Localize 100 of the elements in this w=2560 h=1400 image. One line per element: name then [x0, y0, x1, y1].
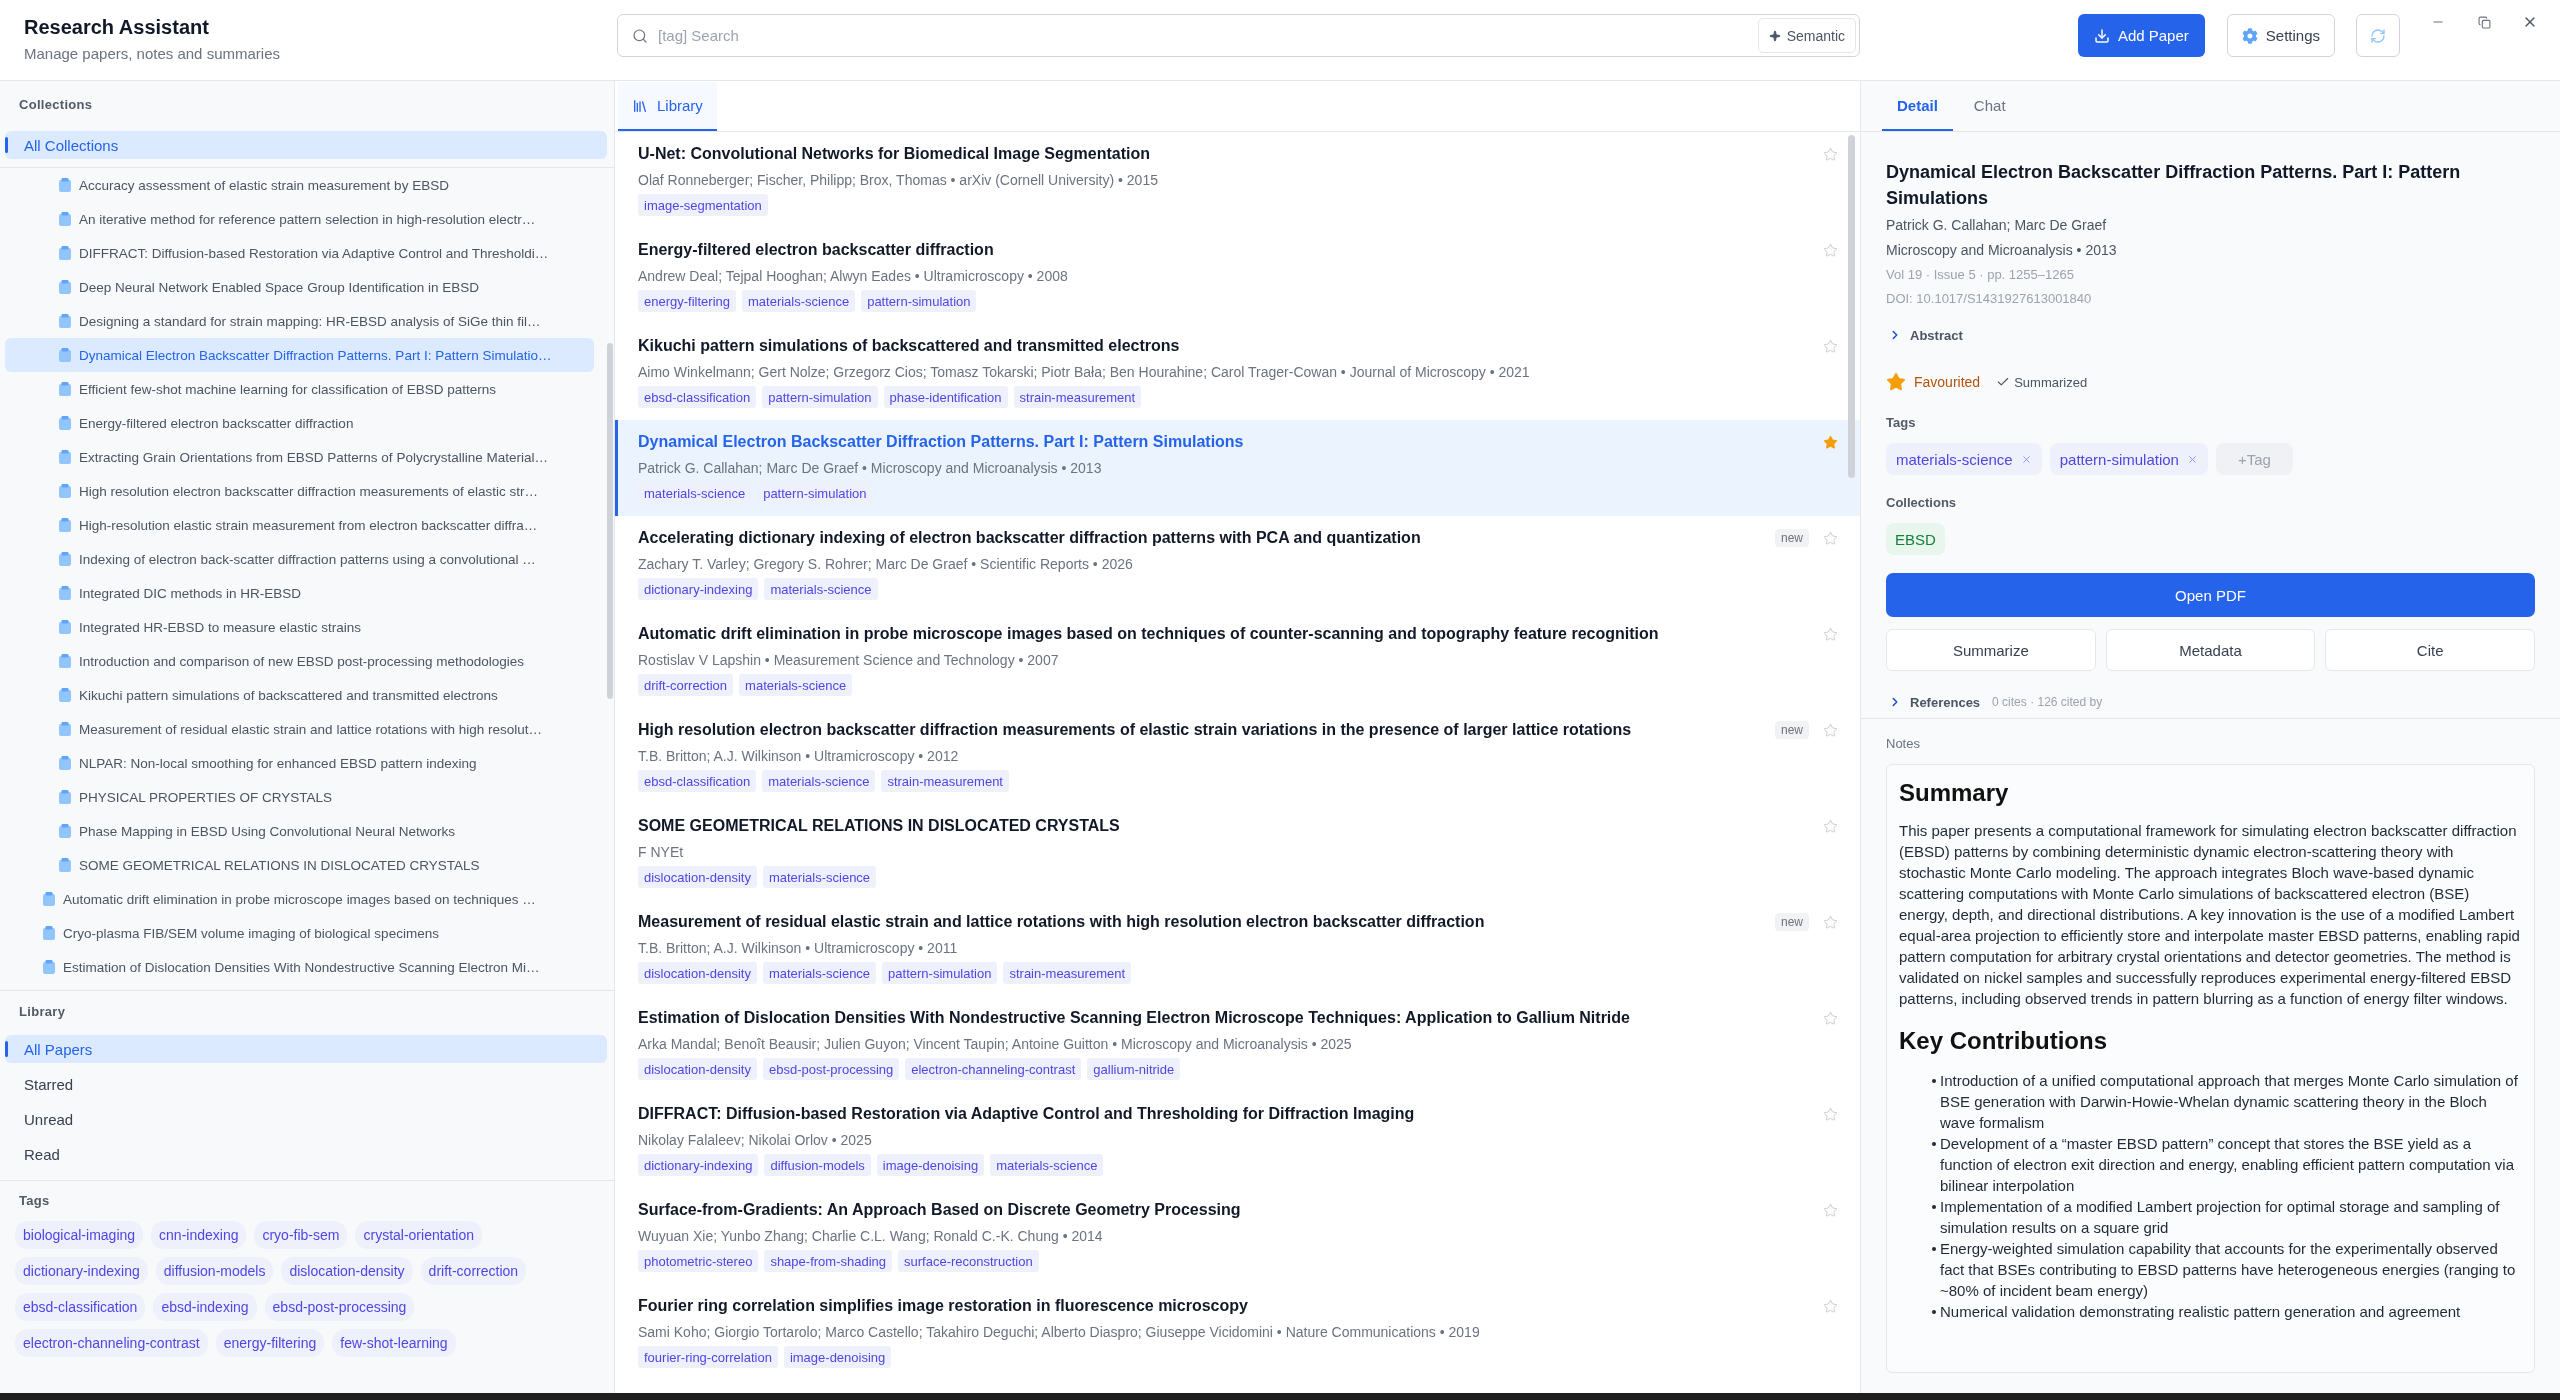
paper-title: Surface-from-Gradients: An Approach Based on Discrete Geometry Processing — [638, 1200, 1241, 1220]
star-icon[interactable] — [1823, 722, 1838, 738]
tag[interactable]: diffusion-models — [155, 1257, 274, 1285]
abstract-toggle[interactable]: Abstract — [1886, 323, 1963, 347]
clipboard-icon — [59, 620, 71, 634]
star-icon[interactable] — [1823, 1298, 1838, 1314]
tag[interactable]: ebsd-post-processing — [264, 1293, 415, 1321]
star-icon[interactable] — [1823, 626, 1838, 642]
action-button[interactable]: Cite — [2325, 629, 2535, 671]
references-toggle[interactable]: References 0 cites · 126 cited by — [1886, 690, 2103, 714]
add-paper-button[interactable]: Add Paper — [2077, 14, 2205, 57]
star-icon[interactable] — [1823, 1010, 1838, 1026]
tag: dislocation-density — [638, 962, 757, 984]
clipboard-icon — [59, 858, 71, 872]
tag[interactable]: materials-science — [1886, 443, 2042, 475]
collection-item[interactable]: SOME GEOMETRICAL RELATIONS IN DISLOCATED CRYSTALS — [5, 848, 594, 882]
tag[interactable]: drift-correction — [420, 1257, 527, 1285]
collection-item[interactable]: Cryo-plasma FIB/SEM volume imaging of biological specimens — [5, 916, 594, 950]
collection-item[interactable]: Kikuchi pattern simulations of backscattered and transmitted electrons — [5, 678, 594, 712]
summarized-status: Summarized — [2014, 374, 2088, 390]
collection-item[interactable]: Deep Neural Network Enabled Space Group Identification in EBSD — [5, 270, 594, 304]
tag: materials-science — [762, 770, 876, 792]
star-icon[interactable] — [1823, 1202, 1838, 1218]
scrollbar-thumb[interactable] — [607, 343, 613, 699]
collection-item[interactable]: Introduction and comparison of new EBSD post-processing methodologies — [5, 644, 594, 678]
scrollbar-thumb[interactable] — [1848, 135, 1855, 478]
collection-item[interactable]: Estimation of Dislocation Densities With Nondestructive Scanning Electron Mi… — [5, 950, 594, 984]
paper-title: Fourier ring correlation simplifies image restoration in fluorescence microscopy — [638, 1296, 1248, 1316]
section-heading: Tags — [1886, 415, 1916, 431]
tag[interactable]: biological-imaging — [15, 1221, 144, 1249]
restore-icon[interactable] — [2477, 15, 2491, 29]
collection-item[interactable]: Phase Mapping in EBSD Using Convolutional Neural Networks — [5, 814, 594, 848]
star-icon[interactable] — [1823, 242, 1838, 258]
collection-item[interactable]: Measurement of residual elastic strain and lattice rotations with high resolut… — [5, 712, 594, 746]
collection-item[interactable]: Dynamical Electron Backscatter Diffraction Patterns. Part I: Pattern Simulatio… — [5, 338, 594, 372]
library-item[interactable]: All Papers — [5, 1035, 607, 1063]
tag[interactable]: few-shot-learning — [332, 1329, 456, 1357]
paper-title: Kikuchi pattern simulations of backscattered and transmitted electrons — [638, 336, 1180, 356]
collection-tag[interactable]: EBSD — [1886, 523, 1945, 555]
collection-item[interactable]: Extracting Grain Orientations from EBSD Patterns of Polycrystalline Material… — [5, 440, 594, 474]
collection-item[interactable]: Energy-filtered electron backscatter diffraction — [5, 406, 594, 440]
settings-button[interactable]: Settings — [2226, 14, 2335, 57]
star-icon[interactable] — [1823, 1106, 1838, 1122]
collection-item[interactable]: NLPAR: Non-local smoothing for enhanced EBSD pattern indexing — [5, 746, 594, 780]
collection-item[interactable]: Automatic drift elimination in probe microscope images based on techniques … — [5, 882, 594, 916]
action-button[interactable]: Summarize — [1886, 629, 2096, 671]
tag: dislocation-density — [638, 866, 757, 888]
semantic-button[interactable]: Semantic — [1757, 18, 1856, 53]
open-pdf-button[interactable]: Open PDF — [1886, 573, 2535, 617]
paper-meta: T.B. Britton; A.J. Wilkinson • Ultramicroscopy • 2012 — [638, 747, 959, 766]
paper-row[interactable]: Dynamical Electron Backscatter Diffraction Patterns. Part I: Pattern Simulations Patrick G. Callahan; Marc De Graef • Microscopy and Microanalysis • 2013 materials-science pattern-simulation — [615, 420, 1860, 516]
library-item[interactable]: Read — [5, 1140, 607, 1168]
collection-item[interactable]: Designing a standard for strain mapping: HR-EBSD analysis of SiGe thin fil… — [5, 304, 594, 338]
collection-item[interactable]: High-resolution elastic strain measurement from electron backscatter diffra… — [5, 508, 594, 542]
star-icon[interactable] — [1823, 434, 1838, 450]
remove-icon[interactable] — [2020, 453, 2032, 465]
remove-icon[interactable] — [2186, 453, 2198, 465]
tag[interactable]: dictionary-indexing — [15, 1257, 148, 1285]
tag[interactable]: ebsd-classification — [15, 1293, 146, 1321]
tag: ebsd-post-processing — [762, 1058, 900, 1080]
tag: materials-science — [762, 962, 877, 984]
tab[interactable]: Detail — [1882, 82, 1953, 131]
tag[interactable]: dislocation-density — [281, 1257, 413, 1285]
collection-item[interactable]: All Collections — [5, 131, 607, 159]
library-item[interactable]: Starred — [5, 1070, 607, 1098]
star-icon[interactable] — [1823, 914, 1838, 930]
collection-item[interactable]: An iterative method for reference pattern selection in high-resolution electr… — [5, 202, 594, 236]
tag[interactable]: pattern-simulation — [2049, 443, 2208, 475]
tag: energy-filtering — [638, 290, 736, 312]
collection-item[interactable]: High resolution electron backscatter diffraction measurements of elastic str… — [5, 474, 594, 508]
favourite-toggle[interactable]: Favourited — [1886, 372, 1981, 392]
collection-item[interactable]: Indexing of electron back-scatter diffraction patterns using a convolutional … — [5, 542, 594, 576]
tag[interactable]: crystal-orientation — [355, 1221, 482, 1249]
collection-item[interactable]: PHYSICAL PROPERTIES OF CRYSTALS — [5, 780, 594, 814]
paper-meta: F NYEt — [638, 843, 684, 862]
collection-item[interactable]: Accuracy assessment of elastic strain measurement by EBSD — [5, 168, 594, 202]
paper-row[interactable]: Energy-filtered electron backscatter diffraction Andrew Deal; Tejpal Hooghan; Alwyn Eades • Ultramicroscopy • 2008 energy-filtering materials-science pattern-simulation — [615, 228, 1860, 324]
search-field[interactable]: [tag] Search Semantic — [617, 14, 1860, 57]
tab[interactable]: Library — [618, 82, 717, 131]
tag[interactable]: ebsd-indexing — [153, 1293, 257, 1321]
refresh-button[interactable] — [2356, 14, 2400, 57]
collection-item[interactable]: Efficient few-shot machine learning for classification of EBSD patterns — [5, 372, 594, 406]
library-item[interactable]: Unread — [5, 1105, 607, 1133]
tag[interactable]: cryo-fib-sem — [254, 1221, 348, 1249]
collection-item[interactable]: Integrated HR-EBSD to measure elastic strains — [5, 610, 594, 644]
action-button[interactable]: Metadata — [2105, 629, 2316, 671]
star-icon[interactable] — [1823, 530, 1838, 546]
paper-doi: DOI: 10.1017/S1431927613001840 — [1886, 290, 2092, 308]
new-badge: new — [1775, 913, 1809, 931]
paper-row[interactable]: U-Net: Convolutional Networks for Biomedical Image Segmentation Olaf Ronneberger; Fischer, Philipp; Brox, Thomas • arXiv (Cornell University) • 2015 image-segmentation — [615, 132, 1860, 228]
collection-item[interactable]: Integrated DIC methods in HR-EBSD — [5, 576, 594, 610]
tab[interactable]: Chat — [1958, 82, 2021, 131]
star-icon[interactable] — [1823, 338, 1838, 354]
tag[interactable]: energy-filtering — [215, 1329, 325, 1357]
tag[interactable]: electron-channeling-contrast — [15, 1329, 208, 1357]
star-icon[interactable] — [1823, 818, 1838, 834]
paper-row[interactable]: SOME GEOMETRICAL RELATIONS IN DISLOCATED CRYSTALS F NYEt dislocation-density materials-science — [615, 804, 1860, 900]
tag[interactable]: cnn-indexing — [151, 1221, 247, 1249]
collection-item[interactable]: DIFFRACT: Diffusion-based Restoration via Adaptive Control and Thresholdi… — [5, 236, 594, 270]
star-icon[interactable] — [1823, 146, 1838, 162]
